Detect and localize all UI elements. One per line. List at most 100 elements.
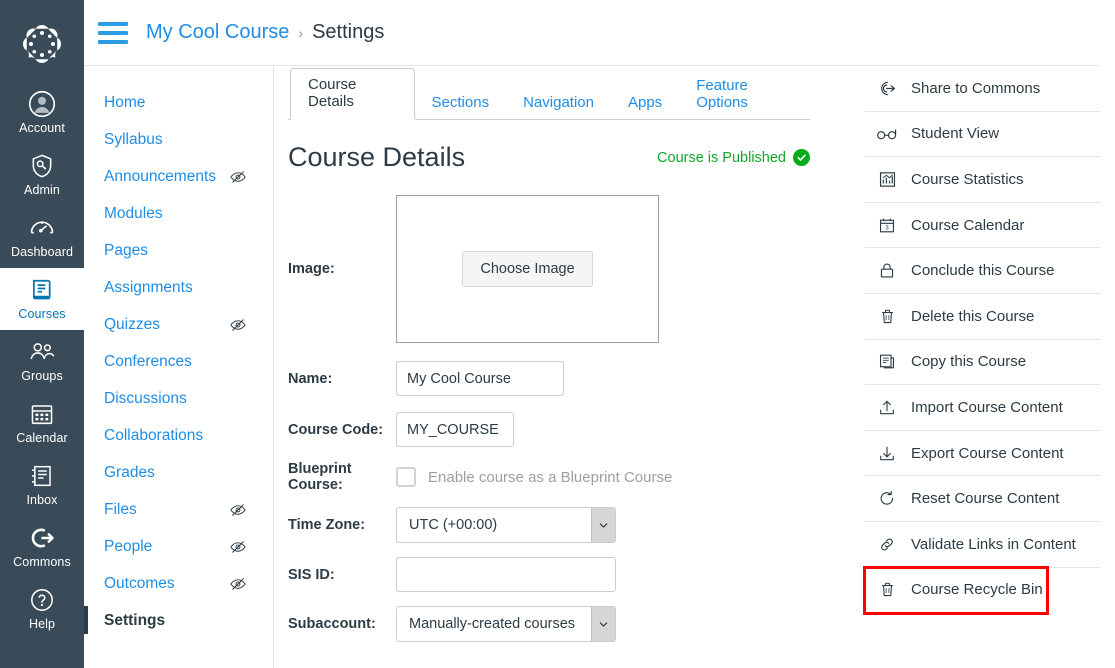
choose-image-button[interactable]: Choose Image <box>462 251 593 287</box>
tab-navigation[interactable]: Navigation <box>506 86 611 120</box>
global-nav-item-groups[interactable]: Groups <box>0 330 84 392</box>
course-nav-label: Discussions <box>104 389 187 407</box>
global-nav-item-dashboard[interactable]: Dashboard <box>0 206 84 268</box>
global-nav-label: Admin <box>24 183 60 197</box>
course-nav-item-grades[interactable]: Grades <box>98 454 273 491</box>
global-nav-label: Groups <box>21 369 63 383</box>
copy-icon <box>875 352 899 371</box>
course-code-input[interactable]: MY_COURSE <box>396 412 514 447</box>
form-row-course-code: Course Code: MY_COURSE <box>288 412 857 447</box>
course-code-label: Course Code: <box>288 421 384 438</box>
course-nav-label: Assignments <box>104 278 193 296</box>
people-icon <box>27 337 57 367</box>
course-nav-item-settings[interactable]: Settings <box>84 602 273 639</box>
form-row-image: Image: Choose Image <box>288 195 857 343</box>
breadcrumb-course-link[interactable]: My Cool Course <box>146 21 289 44</box>
global-nav-item-help[interactable]: Help <box>0 578 84 640</box>
course-nav-item-quizzes[interactable]: Quizzes <box>98 306 273 343</box>
sidebar-item-reset-course-content[interactable]: Reset Course Content <box>865 476 1101 522</box>
course-nav-item-home[interactable]: Home <box>98 84 273 121</box>
time-zone-value: UTC (+00:00) <box>409 517 498 533</box>
hamburger-icon[interactable] <box>98 21 128 44</box>
time-zone-select[interactable]: UTC (+00:00) <box>396 507 616 543</box>
link-icon <box>875 535 899 554</box>
user-avatar-icon <box>27 89 57 119</box>
global-nav-item-account[interactable]: Account <box>0 82 84 144</box>
course-nav-item-modules[interactable]: Modules <box>98 195 273 232</box>
sidebar-item-label: Student View <box>911 125 1000 143</box>
global-nav-item-commons[interactable]: Commons <box>0 516 84 578</box>
sidebar-item-label: Course Calendar <box>911 216 1025 234</box>
sidebar-item-validate-links[interactable]: Validate Links in Content <box>865 522 1101 568</box>
form-row-blueprint: Blueprint Course: Enable course as a Blu… <box>288 461 857 493</box>
course-nav-label: Settings <box>104 611 166 629</box>
sidebar-item-label: Export Course Content <box>911 444 1064 462</box>
global-nav-item-inbox[interactable]: Inbox <box>0 454 84 516</box>
sidebar-item-share-to-commons[interactable]: Share to Commons <box>865 66 1101 112</box>
tab-feature-options[interactable]: Feature Options <box>679 69 810 120</box>
reset-icon <box>875 489 899 508</box>
sidebar-item-import-course-content[interactable]: Import Course Content <box>865 385 1101 431</box>
sidebar-item-conclude-course[interactable]: Conclude this Course <box>865 248 1101 294</box>
course-nav-item-conferences[interactable]: Conferences <box>98 343 273 380</box>
course-nav-item-files[interactable]: Files <box>98 491 273 528</box>
course-nav-item-discussions[interactable]: Discussions <box>98 380 273 417</box>
sidebar-item-course-recycle-bin[interactable]: Course Recycle Bin <box>863 565 1049 616</box>
tab-label: Apps <box>627 94 663 111</box>
breadcrumb-current: Settings <box>312 21 385 43</box>
course-nav-label: Pages <box>104 241 148 259</box>
global-nav-item-calendar[interactable]: Calendar <box>0 392 84 454</box>
course-details-form: Image: Choose Image Name: My Cool Course… <box>288 195 857 642</box>
course-nav-item-announcements[interactable]: Announcements <box>98 158 273 195</box>
canvas-logo-icon <box>22 24 61 63</box>
page-title: Course Details <box>288 142 466 172</box>
course-nav-item-people[interactable]: People <box>98 528 273 565</box>
global-nav-label: Calendar <box>16 431 68 445</box>
form-row-time-zone: Time Zone: UTC (+00:00) <box>288 507 857 543</box>
sidebar-item-student-view[interactable]: Student View <box>865 112 1101 158</box>
course-nav-label: Files <box>104 500 137 518</box>
lock-icon <box>875 261 899 280</box>
tab-course-details[interactable]: Course Details <box>290 68 415 120</box>
course-nav-item-collaborations[interactable]: Collaborations <box>98 417 273 454</box>
course-nav-label: Collaborations <box>104 426 204 444</box>
sidebar-item-label: Conclude this Course <box>911 262 1055 280</box>
blueprint-checkbox-label: Enable course as a Blueprint Course <box>428 468 673 486</box>
sidebar-item-delete-course[interactable]: Delete this Course <box>865 294 1101 340</box>
course-nav-item-pages[interactable]: Pages <box>98 232 273 269</box>
hidden-eye-icon <box>229 575 247 593</box>
course-nav-item-assignments[interactable]: Assignments <box>98 269 273 306</box>
hidden-eye-icon <box>229 501 247 519</box>
tab-label: Navigation <box>523 94 594 111</box>
shield-key-icon <box>27 151 57 181</box>
sidebar-item-copy-course[interactable]: Copy this Course <box>865 340 1101 386</box>
breadcrumb-separator: › <box>298 24 304 41</box>
course-details-content: Course Details Sections Navigation Apps … <box>274 66 857 668</box>
global-nav-item-courses[interactable]: Courses <box>0 268 84 330</box>
course-nav-label: Announcements <box>104 167 217 185</box>
blueprint-checkbox[interactable] <box>396 467 416 487</box>
dashboard-icon <box>27 213 57 243</box>
image-label: Image: <box>288 261 335 277</box>
settings-tabs: Course Details Sections Navigation Apps … <box>288 68 810 120</box>
sis-id-input[interactable] <box>396 557 616 592</box>
tab-apps[interactable]: Apps <box>611 86 679 120</box>
form-row-sis-id: SIS ID: <box>288 557 857 592</box>
course-nav-label: Grades <box>104 463 155 481</box>
tab-sections[interactable]: Sections <box>415 86 507 120</box>
canvas-logo[interactable] <box>14 16 70 72</box>
course-name-input[interactable]: My Cool Course <box>396 361 564 396</box>
global-nav-item-admin[interactable]: Admin <box>0 144 84 206</box>
global-nav-label: Dashboard <box>10 245 74 259</box>
sidebar-item-course-statistics[interactable]: Course Statistics <box>865 157 1101 203</box>
subaccount-select[interactable]: Manually-created courses <box>396 606 616 642</box>
sidebar-item-export-course-content[interactable]: Export Course Content <box>865 431 1101 477</box>
course-nav-item-outcomes[interactable]: Outcomes <box>98 565 273 602</box>
course-nav-label: Conferences <box>104 352 192 370</box>
hidden-eye-icon <box>229 316 247 334</box>
course-nav-item-syllabus[interactable]: Syllabus <box>98 121 273 158</box>
name-label: Name: <box>288 370 333 387</box>
sidebar-item-course-calendar[interactable]: 3 Course Calendar <box>865 203 1101 249</box>
breadcrumb-bar: My Cool Course › Settings <box>84 0 1099 66</box>
global-nav-label: Courses <box>18 307 66 321</box>
